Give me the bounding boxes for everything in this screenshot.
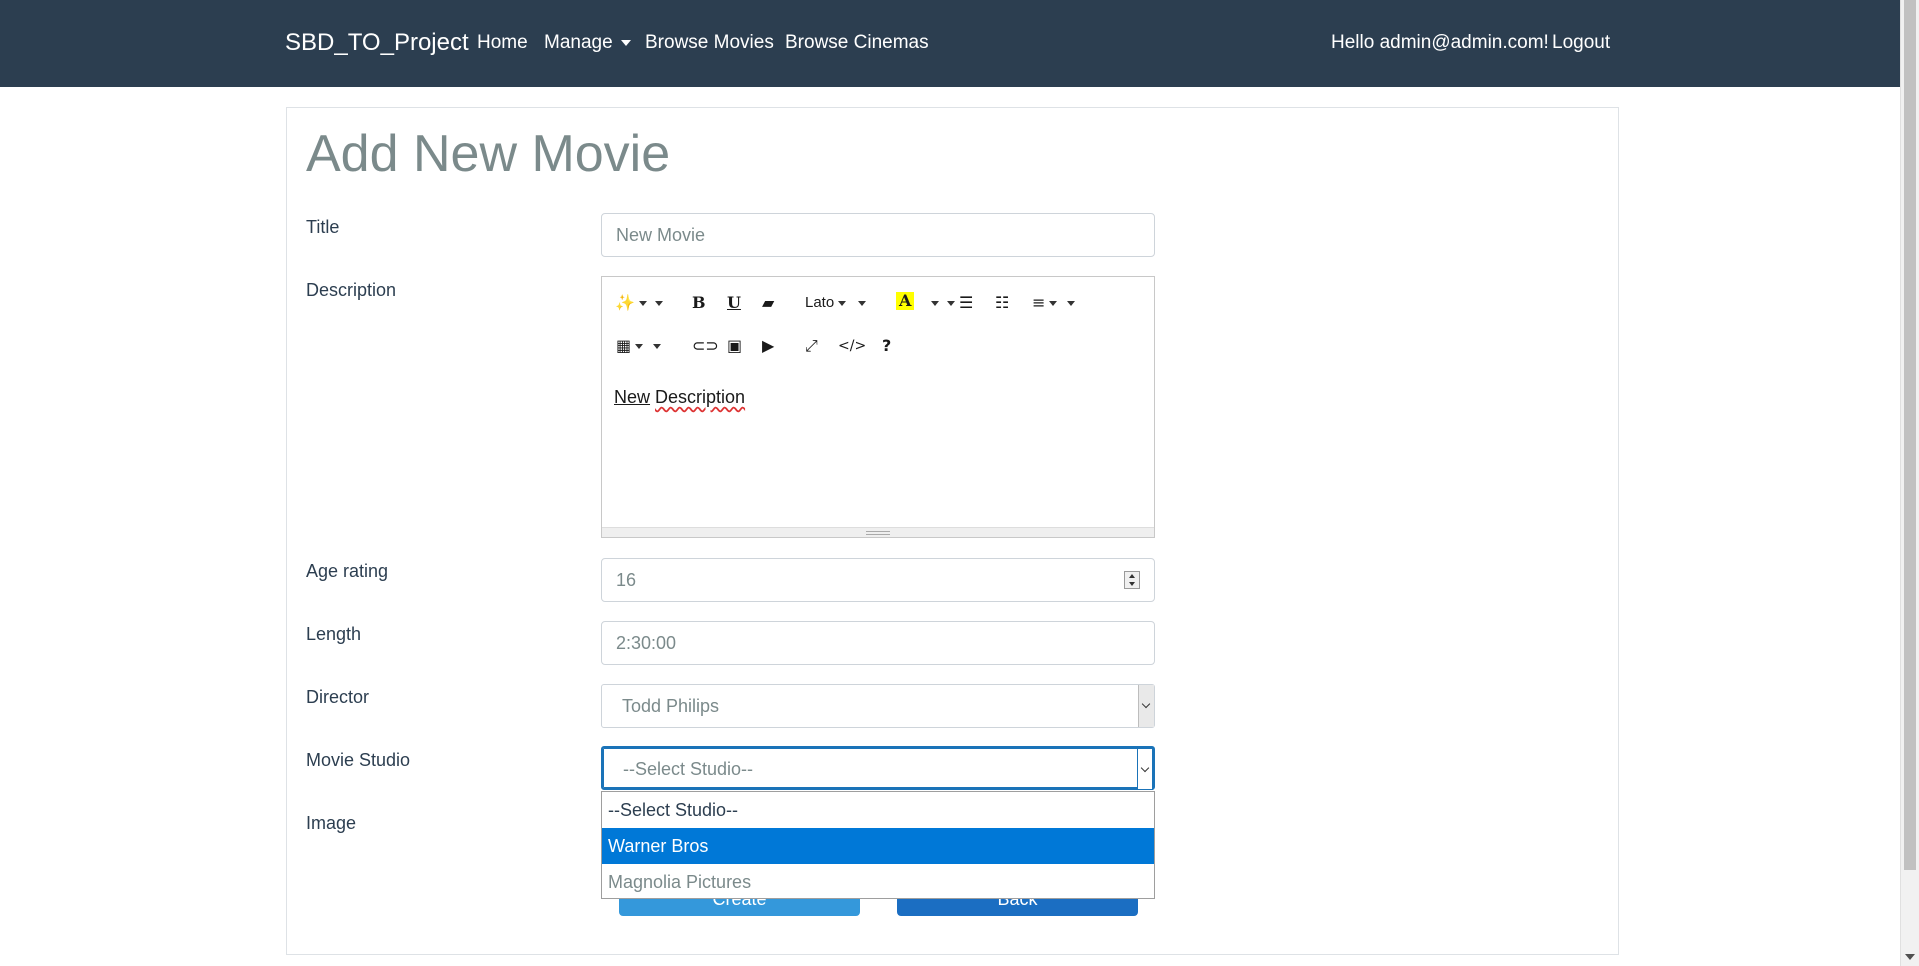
font-family-dropdown[interactable]: Lato (805, 294, 867, 312)
director-label: Director (306, 687, 370, 707)
scroll-down-arrow-icon[interactable] (1905, 954, 1915, 960)
chevron-down-icon[interactable] (1137, 748, 1153, 790)
description-word-1: New (614, 387, 651, 407)
image-icon[interactable]: ▣ (727, 337, 742, 355)
chevron-down-icon[interactable] (1138, 685, 1154, 727)
description-label: Description (306, 280, 397, 300)
director-select[interactable]: Todd Philips (601, 684, 1155, 728)
nav-manage-dropdown[interactable]: Manage (544, 32, 631, 54)
page-scrollbar[interactable] (1900, 0, 1919, 966)
nav-browse-cinemas[interactable]: Browse Cinemas (785, 32, 929, 54)
paragraph-align-icon[interactable]: ≡ (1032, 294, 1076, 312)
page-title: Add New Movie (306, 125, 671, 183)
scrollbar-thumb[interactable] (1904, 0, 1916, 870)
nav-manage-label: Manage (544, 32, 613, 53)
underline-icon[interactable]: U (727, 294, 741, 312)
brand-link[interactable]: SBD_TO_Project (285, 29, 469, 57)
description-editor[interactable]: ✨ B U ▰ Lato A ☰ ☷ ≡ ▦ ⊂⊃ ▣ ▶ ⤢ </> ? Ne… (601, 276, 1155, 538)
movie-studio-value: --Select Studio-- (623, 759, 754, 779)
age-rating-label: Age rating (306, 561, 389, 581)
image-label: Image (306, 813, 357, 833)
bold-icon[interactable]: B (692, 294, 706, 312)
studio-option[interactable]: --Select Studio-- (602, 792, 1154, 828)
magic-wand-icon[interactable]: ✨ (615, 294, 663, 312)
nav-browse-movies[interactable]: Browse Movies (645, 32, 774, 54)
studio-dropdown-list: --Select Studio-- Warner Bros Magnolia P… (601, 791, 1155, 899)
movie-studio-label: Movie Studio (306, 750, 411, 770)
font-family-label: Lato (805, 294, 835, 311)
top-navbar: SBD_TO_Project Home Manage Browse Movies… (0, 0, 1900, 87)
director-value: Todd Philips (622, 696, 720, 716)
help-icon[interactable]: ? (882, 337, 891, 355)
title-input[interactable]: New Movie (601, 213, 1155, 257)
highlight-color-icon[interactable]: A (896, 292, 915, 310)
logout-link[interactable]: Logout (1552, 32, 1610, 54)
numbered-list-icon[interactable]: ☷ (995, 294, 1009, 312)
age-rating-input[interactable]: 16 (601, 558, 1155, 602)
title-label: Title (306, 217, 340, 237)
editor-resize-handle[interactable] (602, 527, 1154, 537)
number-spinner-icon[interactable] (1124, 571, 1140, 589)
description-word-2: Description (655, 387, 746, 407)
nav-home[interactable]: Home (477, 32, 528, 54)
code-view-icon[interactable]: </> (838, 337, 866, 355)
studio-option-selected[interactable]: Warner Bros (602, 828, 1154, 864)
user-greeting[interactable]: Hello admin@admin.com! (1331, 32, 1549, 54)
length-label: Length (306, 624, 362, 644)
video-icon[interactable]: ▶ (762, 337, 774, 355)
fullscreen-icon[interactable]: ⤢ (805, 337, 818, 355)
bullet-list-icon[interactable]: ☰ (959, 294, 973, 312)
studio-option[interactable]: Magnolia Pictures (602, 864, 1154, 900)
movie-studio-select[interactable]: --Select Studio-- (601, 746, 1155, 790)
link-icon[interactable]: ⊂⊃ (692, 337, 719, 355)
editor-content[interactable]: New Description (614, 387, 745, 408)
length-input[interactable]: 2:30:00 (601, 621, 1155, 665)
color-dropdown[interactable] (927, 294, 955, 312)
age-rating-value: 16 (616, 570, 637, 590)
eraser-icon[interactable]: ▰ (762, 294, 774, 312)
table-icon[interactable]: ▦ (616, 337, 662, 355)
chevron-down-icon (620, 39, 631, 46)
